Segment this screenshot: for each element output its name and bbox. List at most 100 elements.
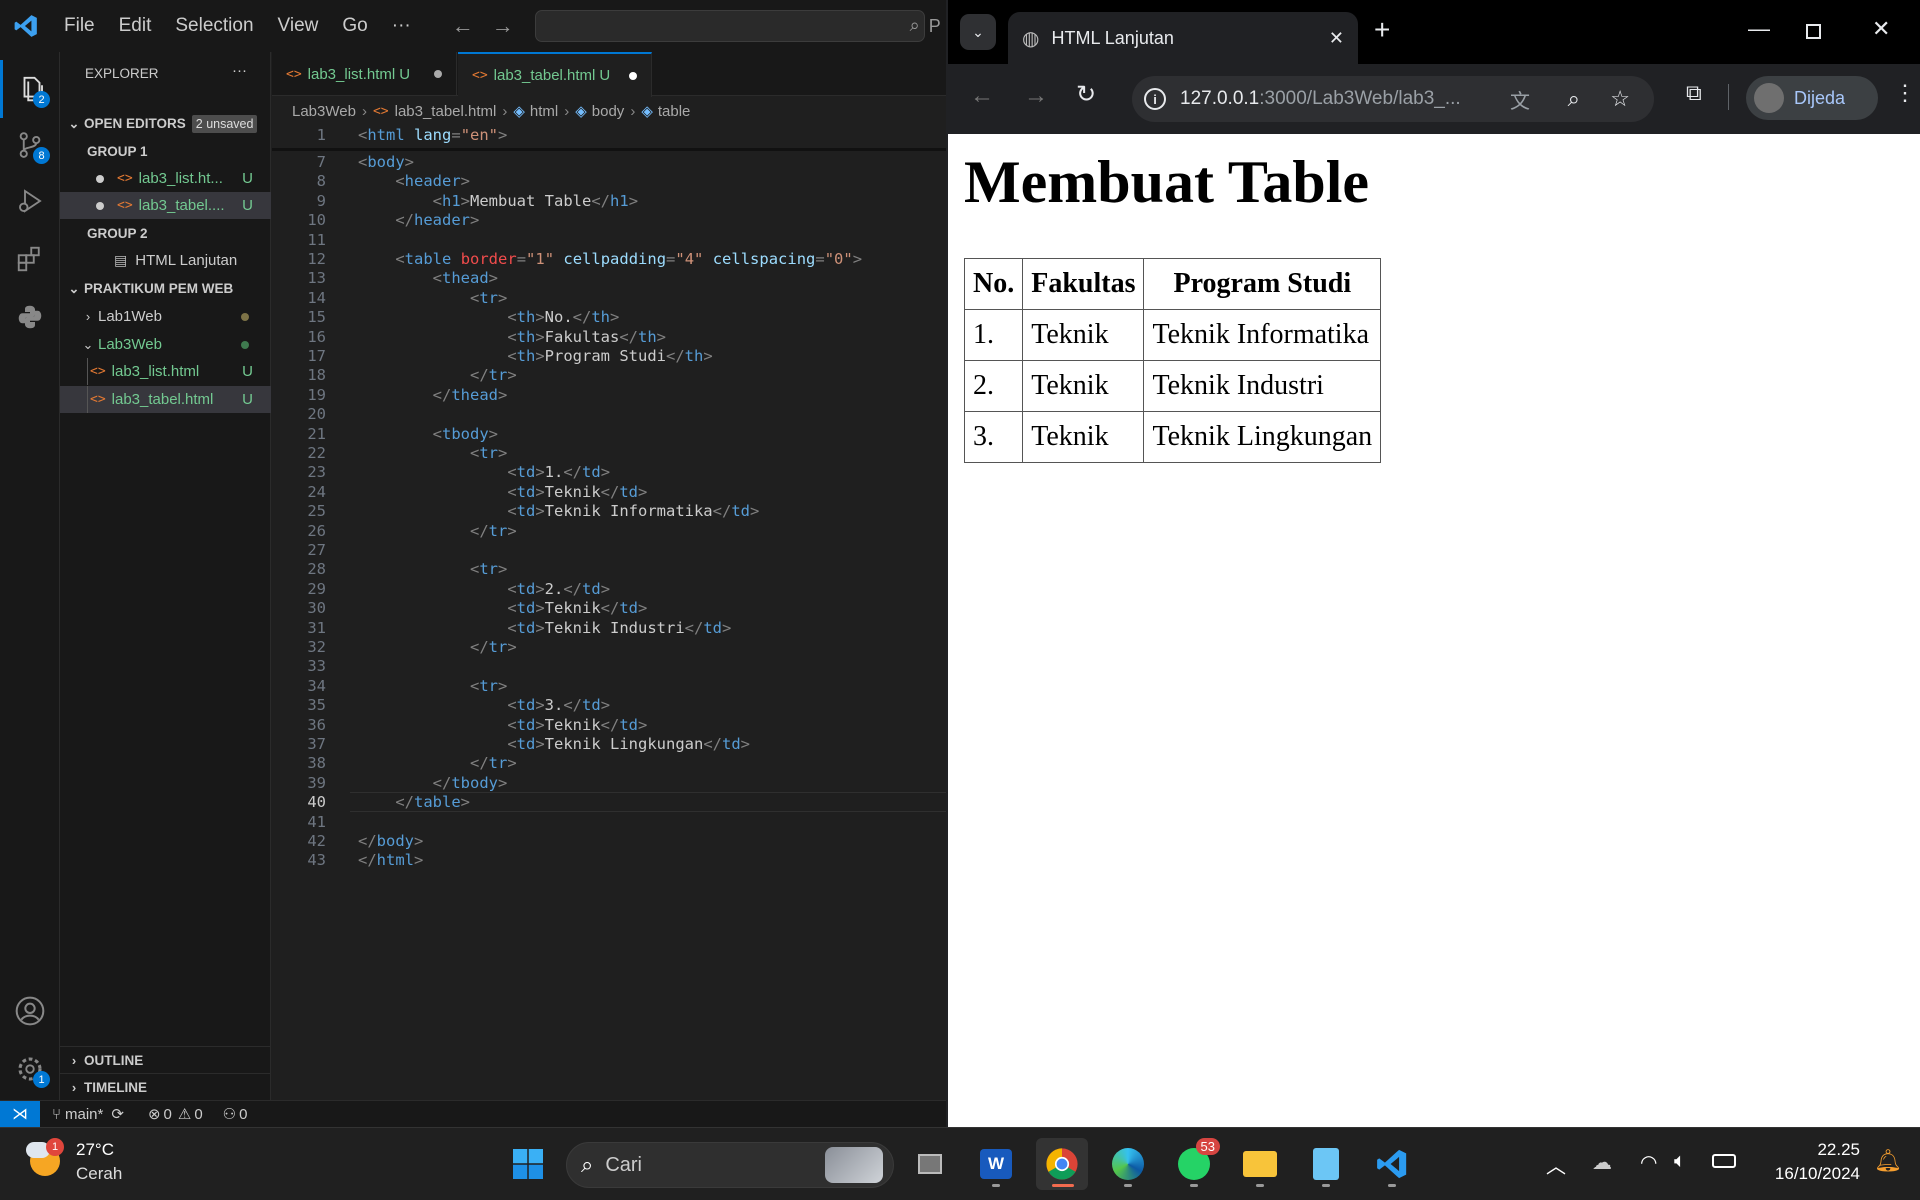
code-line[interactable]: <th>Fakultas</th> <box>358 328 666 346</box>
code-line[interactable]: <td>Teknik Lingkungan</td> <box>358 735 750 753</box>
onedrive-error-icon[interactable]: ☁ <box>1592 1150 1612 1175</box>
sync-icon[interactable]: ⟳ <box>111 1105 124 1123</box>
file-item[interactable]: <> lab3_tabel.html U <box>60 386 271 413</box>
code-line[interactable]: <table border="1" cellpadding="4" cellsp… <box>358 250 862 268</box>
battery-icon[interactable] <box>1712 1154 1736 1168</box>
code-line[interactable]: </thead> <box>358 386 508 404</box>
start-button[interactable] <box>502 1138 554 1190</box>
clock-time[interactable]: 22.25 <box>1760 1140 1860 1160</box>
unsaved-dot-icon[interactable] <box>629 72 637 80</box>
code-line[interactable]: <th>Program Studi</th> <box>358 347 712 365</box>
code-line[interactable]: </header> <box>358 211 479 229</box>
command-center-search[interactable]: ⌕ <box>534 10 925 42</box>
code-line[interactable]: <th>No.</th> <box>358 308 619 326</box>
file-explorer-app[interactable] <box>1234 1138 1286 1190</box>
open-editor-item[interactable]: <> lab3_tabel.... U <box>60 192 271 219</box>
source-control-activity-button[interactable]: 8 <box>0 116 60 174</box>
code-line[interactable]: </tr> <box>358 638 517 656</box>
code-line[interactable]: <html lang="en"> <box>358 126 507 144</box>
breadcrumb-item[interactable]: html <box>530 103 558 120</box>
close-tab-icon[interactable]: ✕ <box>1329 28 1344 49</box>
more-actions-icon[interactable]: ··· <box>232 62 247 79</box>
code-line[interactable]: <tr> <box>358 289 507 307</box>
bookmark-star-icon[interactable]: ☆ <box>1610 86 1630 112</box>
code-line[interactable]: <tr> <box>358 677 507 695</box>
code-line[interactable]: </body> <box>358 832 423 850</box>
workspace-header[interactable]: ⌄ PRAKTIKUM PEM WEB <box>60 275 271 302</box>
new-tab-button[interactable]: + <box>1374 16 1390 44</box>
menu-go[interactable]: Go <box>330 8 379 44</box>
extensions-puzzle-icon[interactable]: ⧉ <box>1686 80 1702 106</box>
breadcrumb-item[interactable]: Lab3Web <box>292 103 356 120</box>
code-line[interactable]: <header> <box>358 172 470 190</box>
tab-search-button[interactable]: ⌄ <box>960 14 996 50</box>
taskbar-search[interactable]: ⌕ Cari <box>566 1142 894 1188</box>
open-editors-header[interactable]: ⌄ OPEN EDITORS 2 unsaved <box>60 110 271 137</box>
menu-kebab-icon[interactable]: ⋮ <box>1894 80 1916 106</box>
outline-header[interactable]: › OUTLINE <box>60 1046 271 1073</box>
breadcrumb-item[interactable]: lab3_tabel.html <box>395 103 497 120</box>
tab-lab3-list[interactable]: <> lab3_list.html U <box>272 52 457 96</box>
site-info-icon[interactable]: i <box>1144 88 1166 110</box>
ports-count[interactable]: 0 <box>239 1106 247 1123</box>
code-line[interactable]: <tbody> <box>358 425 498 443</box>
notification-bell-icon[interactable]: 🔔︎ <box>1874 1148 1902 1174</box>
run-debug-activity-button[interactable] <box>0 172 60 230</box>
translate-icon[interactable]: ⽂ <box>1510 85 1530 114</box>
open-editor-item[interactable]: <> lab3_list.ht... U <box>60 165 271 192</box>
menu-selection[interactable]: Selection <box>163 8 265 44</box>
code-line[interactable]: <td>Teknik Informatika</td> <box>358 502 759 520</box>
notepad-app[interactable] <box>1300 1138 1352 1190</box>
forward-arrow-icon[interactable]: → <box>1024 82 1048 110</box>
code-line[interactable]: </table> <box>358 793 470 811</box>
volume-icon[interactable]: 🔈︎ <box>1674 1150 1686 1173</box>
close-window-icon[interactable]: ✕ <box>1872 16 1890 42</box>
tab-lab3-tabel[interactable]: <> lab3_tabel.html U <box>458 52 652 97</box>
back-arrow-icon[interactable]: ← <box>970 82 994 110</box>
branch-name[interactable]: main* <box>65 1106 103 1123</box>
breadcrumb-item[interactable]: table <box>658 103 691 120</box>
task-view-button[interactable] <box>904 1138 956 1190</box>
reload-icon[interactable]: ↻ <box>1076 80 1096 109</box>
code-line[interactable]: <td>Teknik</td> <box>358 599 647 617</box>
address-bar[interactable]: i 127.0.0.1:3000/Lab3Web/lab3_... ⽂ ⌕ ☆ <box>1132 76 1654 122</box>
edge-app[interactable] <box>1102 1138 1154 1190</box>
code-line[interactable]: <tr> <box>358 444 507 462</box>
menu-edit[interactable]: Edit <box>107 8 164 44</box>
word-app[interactable]: W <box>970 1138 1022 1190</box>
open-editor-item[interactable]: ▤ HTML Lanjutan <box>60 247 271 274</box>
chrome-app[interactable] <box>1036 1138 1088 1190</box>
explorer-activity-button[interactable]: 2 <box>0 60 60 118</box>
code-line[interactable]: </tr> <box>358 754 517 772</box>
folder-item[interactable]: ⌄ Lab3Web <box>60 331 271 358</box>
code-line[interactable]: <td>2.</td> <box>358 580 610 598</box>
folder-item[interactable]: › Lab1Web <box>60 303 271 330</box>
code-line[interactable]: </tbody> <box>358 774 508 792</box>
remote-icon[interactable]: ⋊ <box>0 1100 40 1128</box>
weather-desc[interactable]: Cerah <box>76 1164 122 1184</box>
weather-temp[interactable]: 27°C <box>76 1140 114 1160</box>
menu-file[interactable]: File <box>52 8 107 44</box>
code-line[interactable]: <td>1.</td> <box>358 463 610 481</box>
clock-date[interactable]: 16/10/2024 <box>1740 1164 1860 1184</box>
code-line[interactable]: <td>Teknik Industri</td> <box>358 619 731 637</box>
accounts-activity-button[interactable] <box>0 982 60 1040</box>
code-editor[interactable]: 1 <html lang="en"> 7 <body> 8 <header> 9 <h1>… <box>272 126 946 1100</box>
maximize-icon[interactable] <box>1806 24 1821 39</box>
menu-view[interactable]: View <box>266 8 331 44</box>
code-line[interactable]: <thead> <box>358 269 498 287</box>
extensions-activity-button[interactable] <box>0 230 60 288</box>
manage-activity-button[interactable]: 1 <box>0 1040 60 1098</box>
timeline-header[interactable]: › TIMELINE <box>60 1073 271 1100</box>
forward-arrow-icon[interactable]: → <box>483 13 523 39</box>
code-line[interactable]: <h1>Membuat Table</h1> <box>358 192 638 210</box>
tray-overflow-icon[interactable]: ︿ <box>1546 1150 1566 1179</box>
code-line[interactable]: </tr> <box>358 522 517 540</box>
python-activity-button[interactable] <box>0 288 60 346</box>
code-line[interactable]: <td>3.</td> <box>358 696 610 714</box>
code-line[interactable]: <td>Teknik</td> <box>358 716 647 734</box>
file-item[interactable]: <> lab3_list.html U <box>60 358 271 385</box>
warning-count[interactable]: 0 <box>194 1106 202 1123</box>
code-line[interactable]: <body> <box>358 153 414 171</box>
unsaved-dot-icon[interactable] <box>434 70 442 78</box>
